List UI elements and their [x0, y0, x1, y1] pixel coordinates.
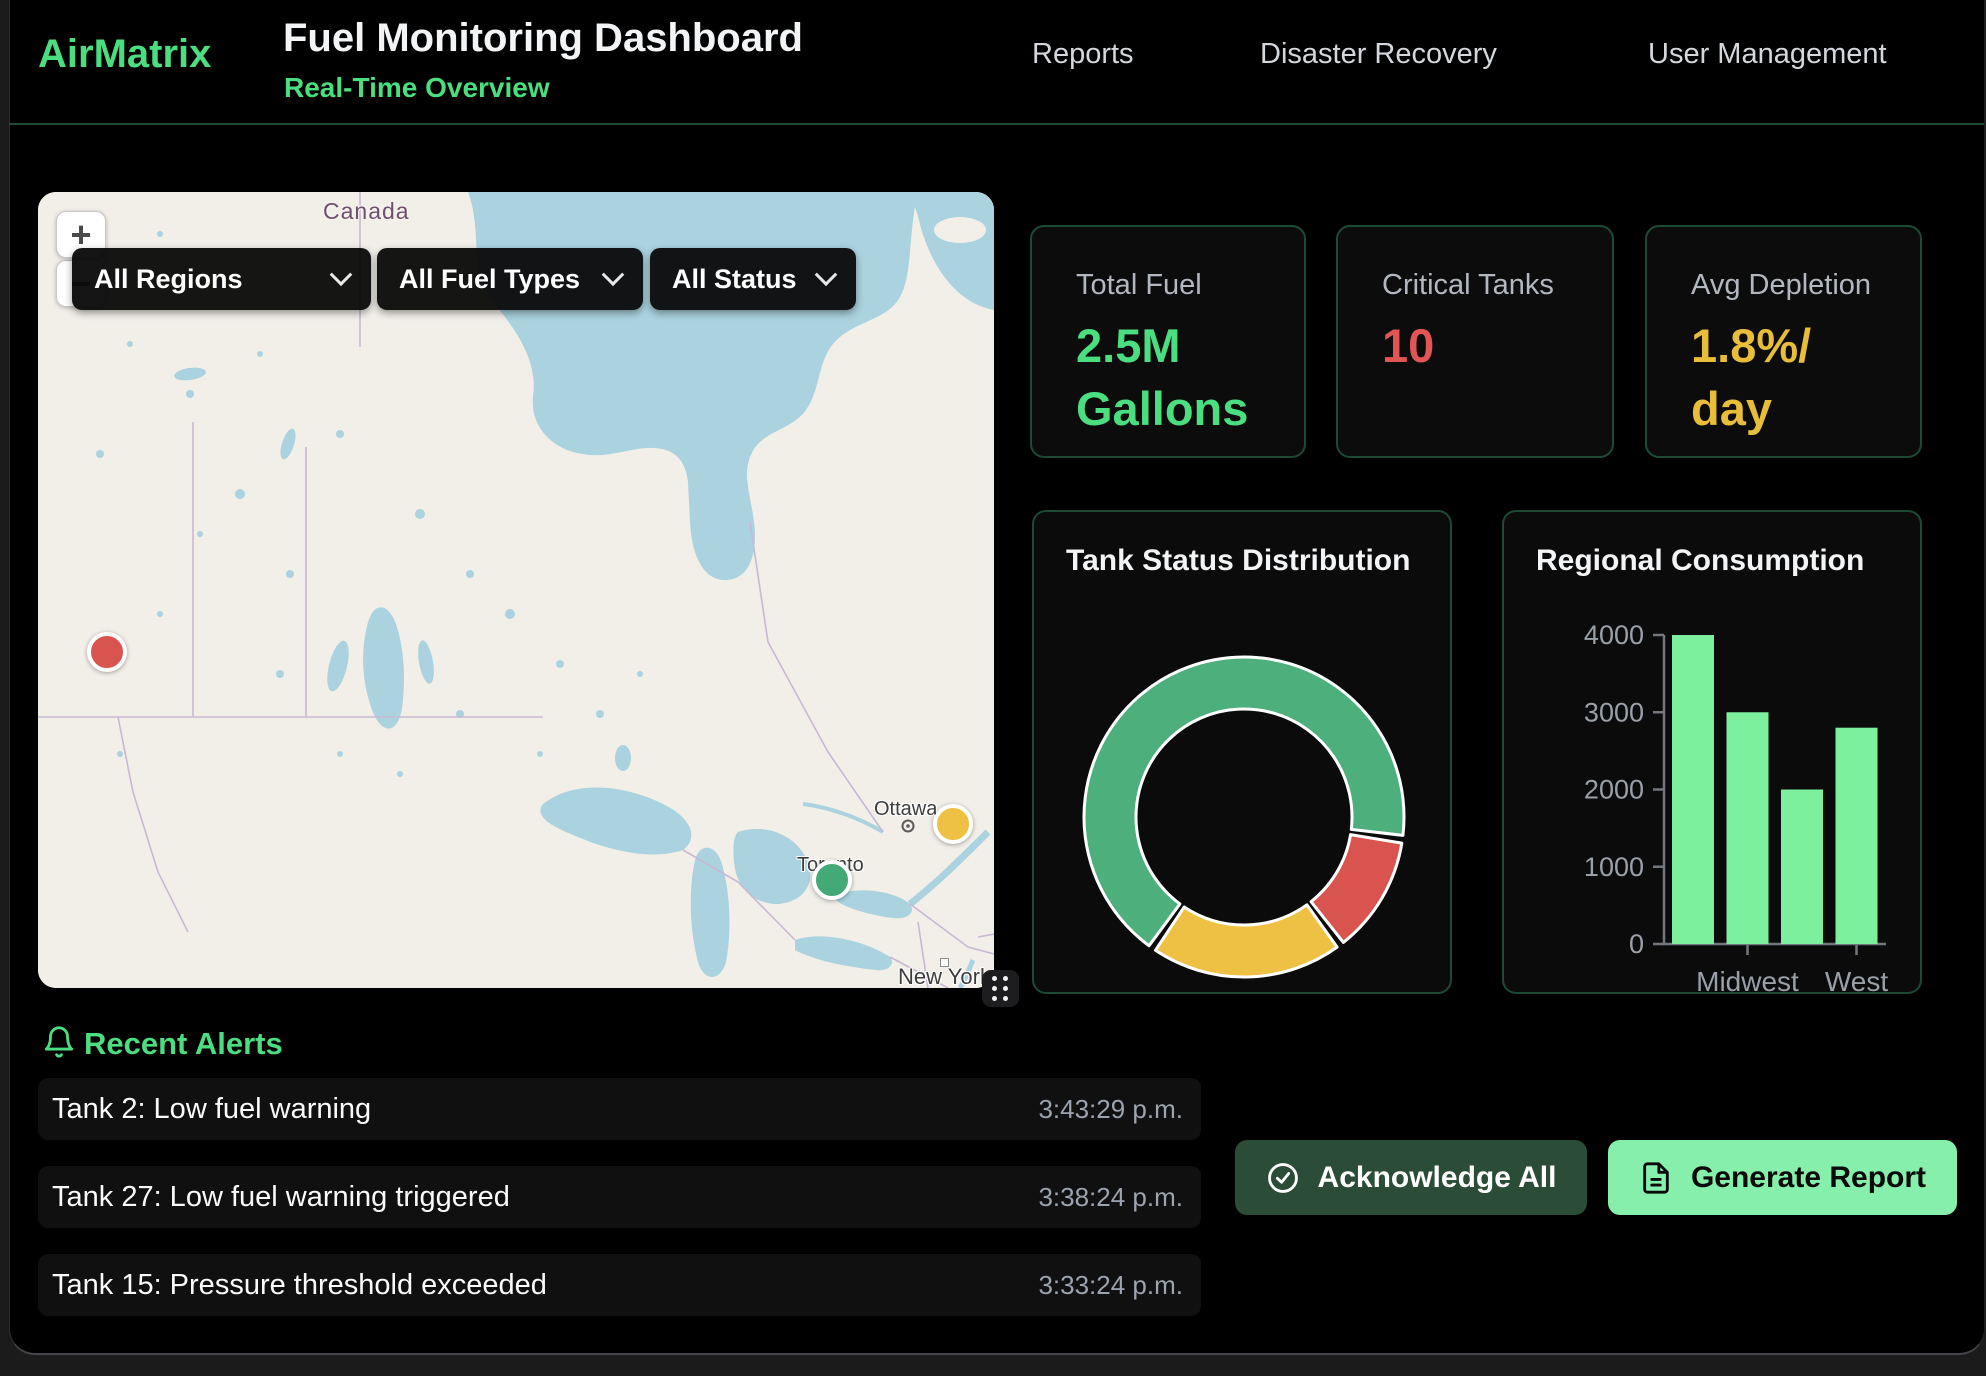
stat-value: 1.8%/day — [1691, 314, 1819, 441]
map-city-new-york: New York — [898, 964, 991, 988]
status-filter-value: All Status — [672, 264, 797, 295]
bell-icon — [42, 1024, 76, 1060]
fuel-monitoring-dashboard: AirMatrix Fuel Monitoring Dashboard Real… — [0, 0, 1986, 1376]
stat-label: Critical Tanks — [1382, 269, 1612, 302]
alert-timestamp: 3:33:24 p.m. — [1038, 1270, 1183, 1301]
ottawa-city-icon — [900, 818, 916, 834]
tank-status-distribution-card: Tank Status Distribution — [1032, 510, 1452, 994]
chevron-down-icon — [815, 263, 838, 286]
alert-row[interactable]: Tank 15: Pressure threshold exceeded 3:3… — [38, 1254, 1201, 1316]
tank-status-donut-chart — [1034, 512, 1454, 996]
nav-disaster-recovery[interactable]: Disaster Recovery — [1260, 38, 1497, 71]
fuel-type-filter-value: All Fuel Types — [399, 264, 580, 295]
svg-text:1000: 1000 — [1584, 852, 1644, 882]
alert-message: Tank 15: Pressure threshold exceeded — [52, 1269, 547, 1302]
stat-value: 2.5M Gallons — [1076, 314, 1281, 441]
header-divider — [9, 123, 1984, 125]
check-circle-icon — [1266, 1161, 1300, 1195]
svg-text:0: 0 — [1629, 929, 1644, 959]
alert-timestamp: 3:43:29 p.m. — [1038, 1094, 1183, 1125]
alert-message: Tank 2: Low fuel warning — [52, 1093, 371, 1126]
document-icon — [1639, 1161, 1673, 1195]
svg-text:2000: 2000 — [1584, 775, 1644, 805]
stat-card-avg-depletion: Avg Depletion 1.8%/day — [1645, 225, 1922, 458]
page-title: Fuel Monitoring Dashboard — [283, 16, 803, 61]
regional-consumption-bar-chart: 0 1000 2000 3000 4000 Midwest West — [1504, 512, 1924, 996]
page-subtitle: Real-Time Overview — [284, 72, 550, 104]
regional-consumption-card: Regional Consumption 01000200030004000Mi… — [1502, 510, 1922, 994]
new-york-city-icon — [940, 958, 949, 967]
acknowledge-all-button[interactable]: Acknowledge All — [1235, 1140, 1587, 1215]
alert-timestamp: 3:38:24 p.m. — [1038, 1182, 1183, 1213]
alert-row[interactable]: Tank 27: Low fuel warning triggered 3:38… — [38, 1166, 1201, 1228]
app-logo: AirMatrix — [38, 32, 211, 77]
svg-text:West: West — [1825, 966, 1888, 996]
fuel-type-filter-dropdown[interactable]: All Fuel Types — [377, 248, 643, 310]
nav-user-management[interactable]: User Management — [1648, 38, 1887, 71]
nav-reports[interactable]: Reports — [1032, 38, 1134, 71]
chevron-down-icon — [602, 263, 625, 286]
svg-text:Midwest: Midwest — [1696, 966, 1799, 996]
generate-report-button[interactable]: Generate Report — [1608, 1140, 1957, 1215]
recent-alerts-heading: Recent Alerts — [84, 1026, 283, 1062]
stat-label: Avg Depletion — [1691, 269, 1920, 302]
svg-text:3000: 3000 — [1584, 697, 1644, 727]
map-country-label: Canada — [323, 198, 410, 225]
stat-value: 10 — [1382, 314, 1587, 377]
tank-marker-warning[interactable] — [933, 804, 973, 844]
map-resize-handle[interactable] — [982, 970, 1019, 1007]
acknowledge-all-label: Acknowledge All — [1318, 1161, 1557, 1195]
status-filter-dropdown[interactable]: All Status — [650, 248, 856, 310]
stat-label: Total Fuel — [1076, 269, 1304, 302]
tank-map[interactable]: Canada Ottawa Toronto New York + − All R… — [38, 192, 994, 988]
alert-message: Tank 27: Low fuel warning triggered — [52, 1181, 510, 1214]
chevron-down-icon — [330, 263, 353, 286]
stat-card-critical-tanks: Critical Tanks 10 — [1336, 225, 1614, 458]
stat-card-total-fuel: Total Fuel 2.5M Gallons — [1030, 225, 1306, 458]
region-filter-dropdown[interactable]: All Regions — [72, 248, 371, 310]
tank-marker-critical[interactable] — [87, 632, 127, 672]
region-filter-value: All Regions — [94, 264, 243, 295]
tank-marker-normal[interactable] — [812, 860, 852, 900]
alert-row[interactable]: Tank 2: Low fuel warning 3:43:29 p.m. — [38, 1078, 1201, 1140]
generate-report-label: Generate Report — [1691, 1161, 1926, 1195]
svg-text:4000: 4000 — [1584, 620, 1644, 650]
